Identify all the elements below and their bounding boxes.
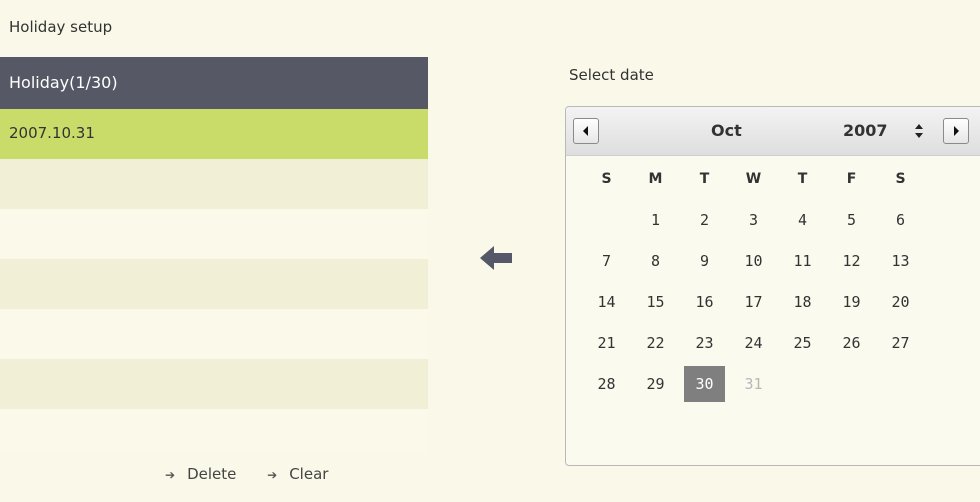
calendar-empty-cell	[831, 366, 872, 402]
add-to-list-arrow-icon[interactable]	[478, 244, 514, 272]
calendar-day[interactable]: 28	[586, 366, 627, 402]
holiday-list-item[interactable]	[0, 159, 428, 209]
calendar-day[interactable]: 19	[831, 284, 872, 320]
holiday-list-item[interactable]	[0, 309, 428, 359]
calendar-day[interactable]: 29	[635, 366, 676, 402]
date-picker-calendar: Oct 2007 S M T W T F S 1 2 3 4 5 6 7 8 9 10 11 12 13…	[565, 106, 980, 466]
weekday-label: T	[797, 171, 808, 187]
calendar-month[interactable]: Oct	[711, 121, 742, 140]
holiday-list: 2007.10.31	[0, 109, 428, 453]
calendar-empty-cell	[782, 366, 823, 402]
holiday-list-panel: Holiday(1/30) 2007.10.31	[0, 57, 428, 453]
clear-button[interactable]: ➔ Clear	[267, 465, 328, 483]
calendar-day[interactable]: 25	[782, 325, 823, 361]
delete-label: Delete	[187, 465, 237, 483]
holiday-list-item[interactable]	[0, 409, 428, 453]
calendar-day[interactable]: 6	[880, 202, 921, 238]
weekday-label: W	[745, 171, 762, 187]
calendar-day[interactable]: 24	[733, 325, 774, 361]
calendar-day[interactable]: 4	[782, 202, 823, 238]
calendar-week-row: 28 29 30 31	[586, 366, 929, 407]
calendar-day[interactable]: 26	[831, 325, 872, 361]
holiday-list-item[interactable]	[0, 209, 428, 259]
page-title: Holiday setup	[9, 18, 113, 36]
arrow-right-icon: ➔	[267, 468, 278, 482]
calendar-day[interactable]: 30	[684, 366, 725, 402]
triangle-left-icon	[583, 126, 588, 136]
calendar-day[interactable]: 23	[684, 325, 725, 361]
holiday-list-item[interactable]: 2007.10.31	[0, 109, 428, 159]
holiday-list-item[interactable]	[0, 359, 428, 409]
calendar-empty-cell	[586, 202, 627, 238]
calendar-day[interactable]: 22	[635, 325, 676, 361]
calendar-day[interactable]: 18	[782, 284, 823, 320]
calendar-day[interactable]: 10	[733, 243, 774, 279]
clear-label: Clear	[289, 465, 329, 483]
list-actions: ➔ Delete ➔ Clear	[165, 465, 354, 483]
calendar-header: Oct 2007	[566, 107, 980, 156]
calendar-day[interactable]: 17	[733, 284, 774, 320]
calendar-day[interactable]: 14	[586, 284, 627, 320]
calendar-day[interactable]: 13	[880, 243, 921, 279]
year-spinner-icon[interactable]	[913, 123, 925, 139]
triangle-right-icon	[954, 126, 959, 136]
calendar-day[interactable]: 7	[586, 243, 627, 279]
weekday-label: M	[648, 171, 663, 187]
holiday-list-item[interactable]	[0, 259, 428, 309]
calendar-day: 31	[744, 375, 763, 393]
calendar-day[interactable]: 9	[684, 243, 725, 279]
delete-button[interactable]: ➔ Delete	[165, 465, 236, 483]
holiday-list-header: Holiday(1/30)	[0, 57, 428, 109]
calendar-day[interactable]: 27	[880, 325, 921, 361]
calendar-day[interactable]: 2	[684, 202, 725, 238]
calendar-week-row: 14 15 16 17 18 19 20	[586, 284, 929, 325]
prev-month-button[interactable]	[573, 118, 599, 144]
weekday-label: F	[846, 171, 857, 187]
calendar-day[interactable]: 5	[831, 202, 872, 238]
calendar-week-row: 21 22 23 24 25 26 27	[586, 325, 929, 366]
calendar-week-row: 123456	[586, 202, 929, 243]
weekday-label: T	[699, 171, 710, 187]
calendar-year[interactable]: 2007	[843, 121, 888, 140]
select-date-label: Select date	[569, 66, 654, 84]
next-month-button[interactable]	[943, 118, 969, 144]
weekday-label: S	[895, 171, 906, 187]
calendar-week-row: 7 8 9 10 11 12 13	[586, 243, 929, 284]
calendar-empty-cell	[880, 366, 921, 402]
calendar-day[interactable]: 21	[586, 325, 627, 361]
calendar-day[interactable]: 12	[831, 243, 872, 279]
calendar-day[interactable]: 15	[635, 284, 676, 320]
calendar-day[interactable]: 20	[880, 284, 921, 320]
calendar-day[interactable]: 11	[782, 243, 823, 279]
calendar-day[interactable]: 1	[635, 202, 676, 238]
calendar-day[interactable]: 3	[733, 202, 774, 238]
calendar-grid: S M T W T F S 1 2 3 4 5 6 7 8 9 10 11 12 13 14 15 16 17 1…	[586, 161, 929, 407]
arrow-right-icon: ➔	[165, 468, 176, 482]
weekday-label: S	[601, 171, 612, 187]
calendar-day[interactable]: 16	[684, 284, 725, 320]
calendar-day[interactable]: 8	[635, 243, 676, 279]
weekday-row: S M T W T F S	[586, 161, 929, 202]
